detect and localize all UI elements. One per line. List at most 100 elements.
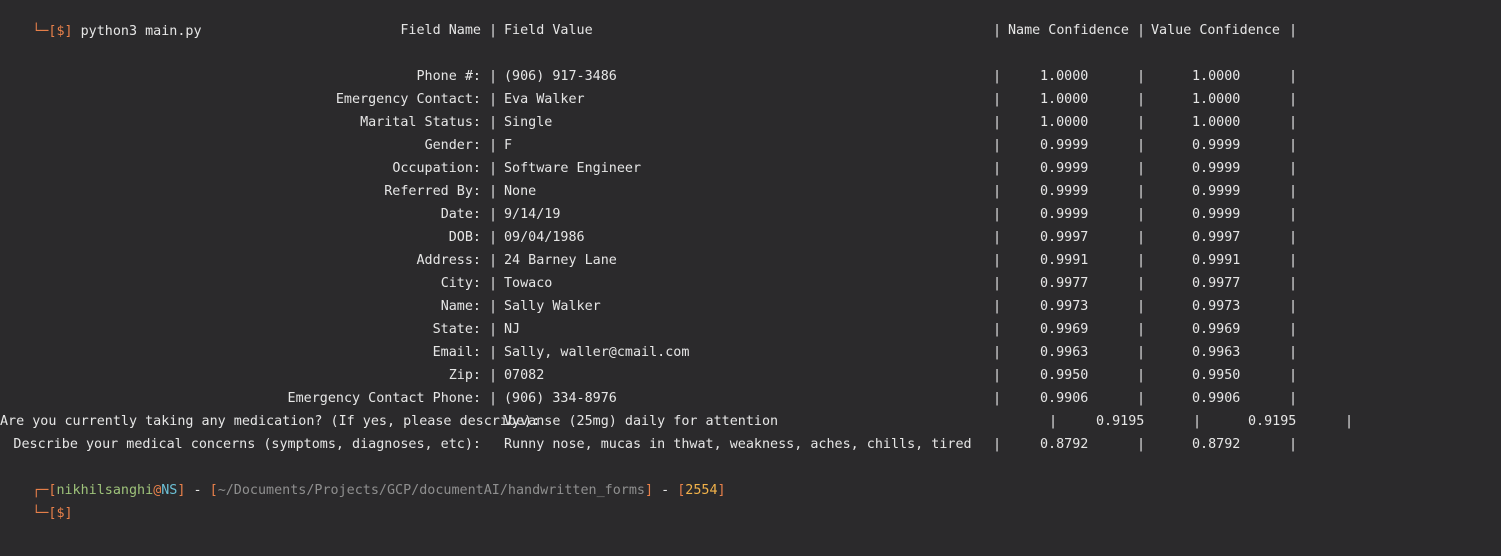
field-name: Occupation: [392, 161, 481, 176]
column-separator: | [1289, 368, 1298, 383]
command-line: └─[$] python3 main.py [0, 0, 201, 39]
column-separator: | [1289, 299, 1298, 314]
field-value: Sally Walker [504, 299, 601, 314]
column-separator: | [993, 161, 1002, 176]
prompt-dash: - [185, 483, 210, 498]
table-row-medication: Are you currently taking any medication?… [0, 410, 1501, 433]
header-value-confidence: Value Confidence [1151, 23, 1280, 38]
table-row: Name: | Sally Walker | 0.9973 | 0.9973 | [0, 295, 1501, 318]
table-row-concerns: Describe your medical concerns (symptoms… [0, 433, 1501, 456]
field-name: DOB: [448, 230, 481, 245]
column-separator: | [993, 391, 1002, 406]
field-name: Referred By: [384, 184, 481, 199]
table-row: Date: | 9/14/19 | 0.9999 | 0.9999 | [0, 203, 1501, 226]
table-row: Emergency Contact Phone: | (906) 334-8976 |… [0, 387, 1501, 410]
field-value: Sally, waller@cmail.com [504, 345, 690, 360]
column-separator: | [489, 391, 498, 406]
table-row: Occupation: | Software Engineer | 0.9999 | 0.9… [0, 157, 1501, 180]
column-separator: | [489, 115, 498, 130]
column-separator: | [489, 345, 498, 360]
column-separator: | [1137, 138, 1146, 153]
value-confidence: 1.0000 [1192, 115, 1241, 130]
column-separator: | [1289, 437, 1298, 452]
prompt-host: NS [161, 483, 178, 498]
value-confidence: 1.0000 [1192, 92, 1241, 107]
table-header: Field Name | Field Value | Name Confiden… [0, 19, 1501, 42]
column-separator: | [1137, 92, 1146, 107]
prompt-close-bracket: ] [717, 483, 726, 498]
table-row: Zip: | 07082 | 0.9950 | 0.9950 | [0, 364, 1501, 387]
column-separator: | [1137, 276, 1146, 291]
field-name: Emergency Contact: [335, 92, 481, 107]
column-separator: | [489, 92, 498, 107]
name-confidence: 0.9906 [1040, 391, 1089, 406]
prompt-open-bracket: [ [209, 483, 218, 498]
column-separator: | [489, 207, 498, 222]
column-separator: | [993, 322, 1002, 337]
column-separator: | [1137, 322, 1146, 337]
prompt-dash: - [653, 483, 678, 498]
field-name: Email: [432, 345, 481, 360]
table-row: Gender: | F | 0.9999 | 0.9999 | [0, 134, 1501, 157]
table-row: Address: | 24 Barney Lane | 0.9991 | 0.9991 | [0, 249, 1501, 272]
column-separator: | [489, 276, 498, 291]
column-separator: | [993, 138, 1002, 153]
column-separator: | [1137, 230, 1146, 245]
column-separator: | [489, 322, 498, 337]
value-confidence: 0.9997 [1192, 230, 1241, 245]
column-separator: | [993, 69, 1002, 84]
field-value: Software Engineer [504, 161, 642, 176]
value-confidence: 0.9999 [1192, 161, 1241, 176]
column-separator: | [993, 92, 1002, 107]
field-value: F [504, 138, 513, 153]
column-separator: | [489, 184, 498, 199]
name-confidence: 0.9999 [1040, 138, 1089, 153]
column-separator: | [1137, 161, 1146, 176]
field-value: 9/14/19 [504, 207, 561, 222]
column-separator: | [1289, 253, 1298, 268]
value-confidence: 0.9973 [1192, 299, 1241, 314]
field-value: Runny nose, mucas in thwat, weakness, ac… [504, 437, 972, 452]
column-separator: | [993, 253, 1002, 268]
table-row: City: | Towaco | 0.9977 | 0.9977 | [0, 272, 1501, 295]
shell-input-line[interactable]: └─[$] [0, 479, 72, 521]
field-name: Address: [416, 253, 482, 268]
column-separator: | [1137, 345, 1146, 360]
column-separator: | [1289, 391, 1298, 406]
column-separator: | [1137, 299, 1146, 314]
name-confidence: 1.0000 [1040, 92, 1089, 107]
field-value: Eva Walker [504, 92, 585, 107]
column-separator: | [993, 184, 1002, 199]
column-separator: | [489, 69, 498, 84]
table-row: Emergency Contact: | Eva Walker | 1.0000 | 1.0… [0, 88, 1501, 111]
name-confidence: 0.9997 [1040, 230, 1089, 245]
table-row: DOB: | 09/04/1986 | 0.9997 | 0.9997 | [0, 226, 1501, 249]
column-separator: | [993, 299, 1002, 314]
prompt-history-number: 2554 [685, 483, 718, 498]
name-confidence: 0.9999 [1040, 207, 1089, 222]
column-separator: | [1289, 230, 1298, 245]
field-value: 07082 [504, 368, 545, 383]
column-separator: | [993, 368, 1002, 383]
value-confidence: 0.9906 [1192, 391, 1241, 406]
column-separator: | [489, 138, 498, 153]
table-row: Email: | Sally, waller@cmail.com | 0.9963 | 0.… [0, 341, 1501, 364]
column-separator: | [1049, 414, 1058, 429]
terminal-window[interactable]: └─[$] python3 main.py Field Name | Field… [0, 0, 1501, 556]
field-name: State: [432, 322, 481, 337]
table-row: Referred By: | None | 0.9999 | 0.9999 | [0, 180, 1501, 203]
column-separator: | [993, 115, 1002, 130]
prompt-close-bracket: ] [644, 483, 654, 498]
name-confidence: 0.9973 [1040, 299, 1089, 314]
field-name: City: [440, 276, 481, 291]
column-separator: | [993, 276, 1002, 291]
column-separator: | [1289, 184, 1298, 199]
value-confidence: 0.9999 [1192, 138, 1241, 153]
column-separator: | [993, 230, 1002, 245]
column-separator: | [1289, 115, 1298, 130]
column-separator: | [1137, 391, 1146, 406]
column-separator: | [1193, 414, 1202, 429]
field-value: Vyvanse (25mg) daily for attention [504, 414, 779, 429]
column-separator: | [1137, 69, 1146, 84]
field-value: Towaco [504, 276, 553, 291]
